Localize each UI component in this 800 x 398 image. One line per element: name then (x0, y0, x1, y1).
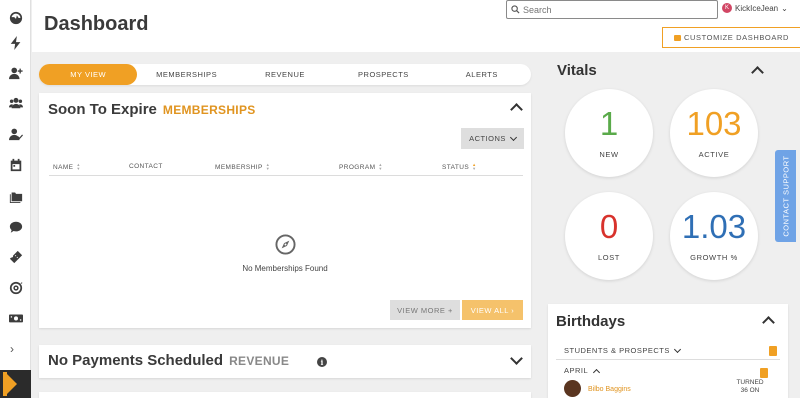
vital-value: 1.03 (681, 208, 747, 245)
tab-my-view[interactable]: MY VIEW (39, 64, 138, 85)
panel-title: No Payments Scheduled REVENUE (48, 352, 289, 369)
birthday-filter-dropdown[interactable]: STUDENTS & PROSPECTS (564, 345, 681, 355)
month-label: APRIL (564, 366, 589, 375)
search-input[interactable] (523, 4, 713, 15)
brand-logo[interactable] (0, 370, 31, 398)
contact-support-label: CONTACT SUPPORT (781, 155, 790, 237)
expand-chevron-down-icon[interactable] (510, 352, 523, 365)
payments-title: No Payments Scheduled (48, 352, 224, 369)
lock-icon (673, 34, 681, 41)
vital-label: GROWTH % (690, 253, 738, 262)
page-title: Dashboard (44, 13, 149, 35)
column-membership-label: MEMBERSHIP (215, 163, 263, 171)
export-icon[interactable] (760, 368, 768, 378)
vital-label: LOST (598, 253, 620, 262)
avatar[interactable] (564, 380, 581, 397)
sort-icon: ▲ ▼ (76, 162, 81, 171)
birthday-person-name[interactable]: Bilbo Baggins (588, 386, 631, 393)
tab-revenue[interactable]: REVENUE (236, 64, 334, 85)
tab-memberships[interactable]: MEMBERSHIPS (137, 64, 235, 85)
vital-value: 103 (686, 105, 742, 142)
filter-label: STUDENTS & PROSPECTS (564, 346, 670, 355)
avatar: K (722, 3, 732, 13)
sort-icon: ▲ ▼ (472, 162, 477, 171)
logo-mark-triangle (5, 372, 17, 396)
view-all-button[interactable]: VIEW ALL › (462, 300, 523, 320)
birthdays-title: Birthdays (556, 313, 626, 330)
gauge-icon[interactable] (8, 10, 23, 25)
column-status[interactable]: STATUS ▲ ▼ (442, 163, 476, 171)
compass-icon (275, 234, 296, 255)
vitals-collapse-chevron-up-icon[interactable] (751, 66, 764, 79)
target-icon[interactable] (8, 280, 23, 295)
vital-growth: 1.03 GROWTH % (670, 192, 758, 280)
column-membership[interactable]: MEMBERSHIP ▲ ▼ (215, 163, 270, 171)
vitals-title: Vitals (557, 62, 597, 79)
search-icon (511, 5, 520, 14)
actions-dropdown[interactable]: ACTIONS (461, 128, 524, 149)
birthdays-collapse-chevron-up-icon[interactable] (762, 316, 775, 329)
tab-prospects[interactable]: PROSPECTS (334, 64, 432, 85)
column-program-label: PROGRAM (339, 163, 376, 171)
calendar-icon[interactable] (8, 157, 23, 172)
customize-dashboard-label: CUSTOMIZE DASHBOARD (683, 33, 790, 42)
sort-icon: ▲ ▼ (378, 162, 383, 171)
bolt-icon[interactable] (8, 35, 23, 50)
chevron-up-icon (593, 368, 601, 376)
chevron-down-icon (673, 345, 681, 353)
empty-state-text: No Memberships Found (242, 264, 328, 273)
export-icon[interactable] (769, 346, 777, 356)
chat-icon[interactable] (8, 219, 23, 234)
column-program[interactable]: PROGRAM ▲ ▼ (339, 163, 383, 171)
vital-label: NEW (599, 150, 619, 159)
search-box[interactable] (506, 0, 718, 19)
user-name: KickIceJean (735, 3, 779, 13)
tab-alerts[interactable]: ALERTS (433, 64, 531, 85)
sidebar: › (0, 0, 31, 398)
dashboard-tabs: MY VIEW MEMBERSHIPS REVENUE PROSPECTS AL… (39, 64, 531, 85)
sort-icon: ▲ ▼ (265, 162, 271, 171)
chevron-down-icon: ⌄ (781, 3, 788, 13)
birthday-turned-text: TURNED 36 ON (736, 379, 764, 394)
collapse-chevron-up-icon[interactable] (510, 103, 523, 116)
customize-dashboard-button[interactable]: CUSTOMIZE DASHBOARD (662, 27, 800, 48)
app-root: › Dashboard K KickIceJean ⌄ CUSTOMIZE DA… (0, 0, 800, 398)
add-user-icon[interactable] (8, 65, 23, 80)
expire-subtitle: MEMBERSHIPS (162, 103, 256, 117)
panel-title: Soon To Expire MEMBERSHIPS (48, 101, 256, 118)
users-icon[interactable] (8, 95, 23, 110)
column-contact: CONTACT (129, 163, 163, 170)
column-name[interactable]: NAME ▲ ▼ (53, 163, 81, 171)
next-panel-edge (39, 392, 531, 398)
user-menu[interactable]: K KickIceJean ⌄ (722, 3, 788, 13)
user-check-icon[interactable] (8, 126, 23, 141)
expire-title: Soon To Expire (48, 101, 157, 118)
divider (556, 359, 780, 360)
actions-label: ACTIONS (469, 134, 506, 143)
ticket-icon[interactable] (8, 249, 23, 264)
info-icon[interactable]: i (317, 357, 327, 367)
column-contact-label: CONTACT (129, 163, 163, 170)
birthdays-panel: Birthdays STUDENTS & PROSPECTS APRIL Bil… (548, 304, 788, 398)
month-toggle[interactable]: APRIL (564, 366, 601, 376)
vital-value: 0 (599, 208, 619, 245)
top-header: Dashboard K KickIceJean ⌄ CUSTOMIZE DASH… (32, 0, 800, 52)
contact-support-button[interactable]: CONTACT SUPPORT (775, 150, 796, 242)
vital-label: ACTIVE (698, 150, 730, 159)
vital-value: 1 (599, 105, 619, 142)
vital-active: 103 ACTIVE (670, 89, 758, 177)
folders-icon[interactable] (8, 188, 23, 203)
column-name-label: NAME (53, 163, 74, 171)
money-icon[interactable] (8, 310, 23, 325)
table-header: NAME ▲ ▼ CONTACT MEMBERSHIP ▲ ▼ PROGRAM ▲ ▼ ST… (49, 159, 523, 176)
column-status-label: STATUS (442, 163, 470, 171)
payments-panel: No Payments Scheduled REVENUE i (39, 345, 531, 378)
sidebar-expand-icon[interactable]: › (10, 342, 14, 356)
view-more-button[interactable]: VIEW MORE + (390, 300, 460, 320)
payments-subtitle: REVENUE (229, 354, 290, 368)
vital-new: 1 NEW (565, 89, 653, 177)
vital-lost: 0 LOST (565, 192, 653, 280)
soon-to-expire-panel: Soon To Expire MEMBERSHIPS ACTIONS NAME ▲ ▼… (39, 93, 531, 328)
chevron-down-icon (509, 133, 517, 141)
